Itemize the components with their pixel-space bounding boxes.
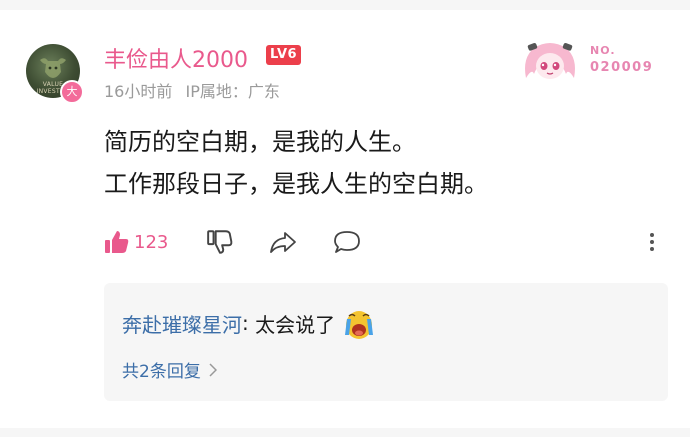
anime-girl-icon xyxy=(525,43,575,79)
action-bar: 123 xyxy=(104,224,664,260)
fan-card-label: NO. xyxy=(590,44,616,57)
thumbs-up-icon xyxy=(105,231,129,253)
fan-card[interactable]: NO. 020009 xyxy=(508,38,658,84)
vip-badge: 大 xyxy=(60,80,84,104)
reply-text: 太会说了 xyxy=(255,312,336,337)
top-divider xyxy=(0,0,690,10)
fan-card-number: 020009 xyxy=(590,60,654,75)
thumbs-down-icon xyxy=(207,230,233,254)
bull-icon xyxy=(40,58,66,78)
post-time: 16小时前 xyxy=(104,82,173,101)
avatar[interactable]: VALUE INVESTOR 大 xyxy=(26,44,84,104)
dislike-button[interactable] xyxy=(206,224,234,260)
crying-face-emoji-icon xyxy=(345,311,374,339)
content-line: 工作那段日子，是我人生的空白期。 xyxy=(104,170,488,198)
reply-author[interactable]: 奔赴璀璨星河 xyxy=(122,309,242,338)
comment-icon xyxy=(334,231,360,253)
post-content: 简历的空白期，是我的人生。 工作那段日子，是我人生的空白期。 xyxy=(104,121,488,205)
more-vertical-icon xyxy=(650,233,654,251)
ip-location: IP属地：广东 xyxy=(185,82,280,101)
share-button[interactable] xyxy=(268,224,298,260)
content-line: 简历的空白期，是我的人生。 xyxy=(104,128,416,156)
comment-button[interactable] xyxy=(332,224,362,260)
reply-item: 奔赴璀璨星河 : 太会说了 xyxy=(122,305,375,341)
username[interactable]: 丰俭由人2000 xyxy=(104,42,248,74)
bottom-divider xyxy=(0,428,690,437)
more-button[interactable] xyxy=(646,224,658,260)
like-button[interactable]: 123 xyxy=(104,224,168,260)
level-badge: LV6 xyxy=(266,45,302,65)
like-count: 123 xyxy=(134,231,169,253)
chevron-right-icon xyxy=(209,362,217,377)
view-more-replies[interactable]: 共2条回复 xyxy=(122,357,217,382)
share-icon xyxy=(270,232,296,253)
reply-box[interactable]: 奔赴璀璨星河 : 太会说了 共2条回复 xyxy=(104,283,668,401)
view-more-label: 共2条回复 xyxy=(122,362,201,382)
reply-separator: : xyxy=(242,311,256,335)
post-meta: 16小时前 IP属地：广东 xyxy=(104,78,288,102)
